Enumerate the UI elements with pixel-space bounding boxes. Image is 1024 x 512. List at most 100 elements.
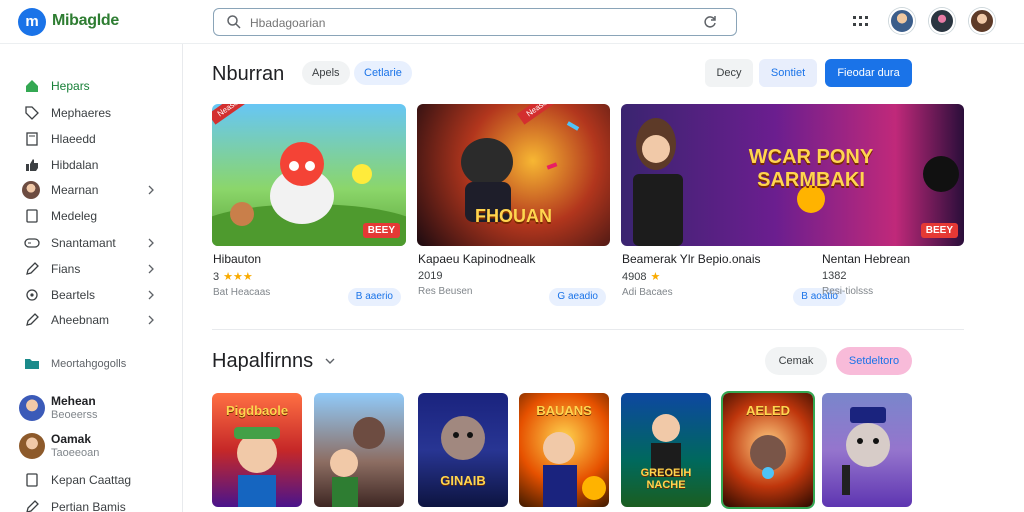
tile-info: Kapaeu Kapinodnealk 2019 Res Beusen G ae… bbox=[418, 252, 610, 306]
pink-action-button[interactable]: Setdeltoro bbox=[836, 347, 912, 375]
tag-icon bbox=[25, 106, 39, 120]
tile-year: 2019 bbox=[418, 270, 443, 282]
sort-button[interactable]: Decy bbox=[705, 59, 753, 87]
pen-icon bbox=[26, 262, 39, 275]
sidebar-item-home[interactable]: Hepars bbox=[0, 74, 183, 98]
game-tile[interactable]: Neaseat FHOUAN bbox=[417, 104, 610, 246]
tile-info: Beamerak Ylr Bepio.onais 4908 ★ Adi Bacae… bbox=[622, 252, 846, 306]
tile-year: 1382 bbox=[822, 270, 847, 282]
filter-chip[interactable]: Cetlarie bbox=[354, 61, 412, 85]
tile-title[interactable]: Nentan Hebrean bbox=[822, 252, 972, 266]
section-title[interactable]: Hapalfirnns bbox=[212, 350, 313, 373]
section-title: Nburran bbox=[212, 63, 285, 85]
tile-title[interactable]: Kapaeu Kapinodnealk bbox=[418, 252, 610, 266]
user-name: Oamak bbox=[51, 432, 92, 446]
star-rating-icon: ★★★ bbox=[223, 271, 253, 283]
pen-icon bbox=[26, 313, 39, 326]
sidebar-item-label: Mearnan bbox=[51, 183, 99, 197]
sidebar-item-label: Hepars bbox=[51, 79, 90, 93]
top-bar: m Mibaglde bbox=[0, 0, 1024, 44]
main-content: Nburran Apels Cetlarie Decy Sontiet Fieo… bbox=[184, 44, 1024, 512]
search-bar[interactable] bbox=[213, 8, 737, 36]
filter-button[interactable]: Sontiet bbox=[759, 59, 817, 87]
sidebar-item[interactable]: Mearnan bbox=[0, 178, 183, 202]
home-icon bbox=[26, 80, 38, 92]
game-title-art: FHOUAN bbox=[475, 206, 552, 226]
tile-title[interactable]: Beamerak Ylr Bepio.onais bbox=[622, 252, 814, 266]
game-card[interactable] bbox=[314, 393, 404, 507]
sidebar: Hepars Mephaeres Hlaeedd Hibdalan Mearna… bbox=[0, 44, 183, 512]
avatar[interactable] bbox=[889, 8, 915, 34]
primary-action-button[interactable]: Fieodar dura bbox=[825, 59, 912, 87]
sidebar-item-label: Beartels bbox=[51, 288, 96, 302]
sidebar-item[interactable]: Snantamant bbox=[0, 231, 183, 255]
tile-subtitle: Adi Bacaes bbox=[622, 287, 673, 298]
search-input[interactable] bbox=[250, 13, 690, 33]
sidebar-item[interactable]: Hlaeedd bbox=[0, 127, 183, 151]
tile-meta: 3 ★★★ bbox=[213, 270, 405, 283]
user-subtitle: Beoeerss bbox=[51, 409, 98, 421]
tile-meta: 4908 ★ bbox=[622, 270, 814, 283]
sidebar-item[interactable]: Kepan Caattag bbox=[0, 468, 183, 492]
sidebar-item-label: Snantamant bbox=[51, 236, 116, 250]
sidebar-item[interactable]: Hibdalan bbox=[0, 153, 183, 177]
sidebar-item-label: Kepan Caattag bbox=[51, 473, 132, 487]
chevron-right-icon bbox=[148, 185, 154, 195]
apps-grid-icon[interactable] bbox=[852, 14, 870, 30]
app-logo[interactable]: m bbox=[18, 8, 46, 36]
chevron-right-icon bbox=[148, 290, 154, 300]
tile-subtitle: Resi-tiolsss bbox=[822, 286, 874, 297]
sidebar-item-label: Mephaeres bbox=[51, 106, 112, 120]
game-card[interactable]: GINAIB bbox=[418, 393, 508, 507]
tile-rating: 3 bbox=[213, 271, 220, 283]
tile-badge[interactable]: B aaerio bbox=[347, 288, 401, 306]
user-subtitle: Taoeeoan bbox=[51, 447, 100, 459]
sidebar-user[interactable]: Oamak Taoeeoan bbox=[0, 431, 183, 463]
sidebar-item-label: Aheebnam bbox=[51, 313, 110, 327]
avatar[interactable] bbox=[929, 8, 955, 34]
card-title-art: GINAIB bbox=[440, 473, 486, 488]
secondary-button[interactable]: Cemak bbox=[765, 347, 827, 375]
game-art bbox=[441, 416, 485, 460]
avatar[interactable] bbox=[969, 8, 995, 34]
section-divider bbox=[212, 329, 964, 330]
sidebar-item-label: Medeleg bbox=[51, 209, 98, 223]
folder-icon bbox=[25, 359, 39, 369]
sidebar-item-label: Fians bbox=[51, 262, 81, 276]
book-icon bbox=[26, 132, 38, 146]
filter-chip[interactable]: Apels bbox=[302, 61, 350, 85]
tile-rating: 4908 bbox=[622, 271, 647, 283]
game-tile[interactable]: Neaseat BEEY bbox=[212, 104, 406, 246]
game-tile[interactable]: WCAR PONY SARMBAKI BEEY bbox=[621, 104, 964, 246]
user-name: Mehean bbox=[51, 394, 96, 408]
tile-info: Hibauton 3 ★★★ Bat Heacaas B aaerio bbox=[213, 252, 405, 306]
game-card[interactable]: BAUANS bbox=[519, 393, 609, 507]
sidebar-item[interactable]: Medeleg bbox=[0, 204, 183, 228]
app-brand-name[interactable]: Mibaglde bbox=[52, 12, 119, 30]
tile-meta: 2019 bbox=[418, 270, 610, 282]
tile-meta: 1382 bbox=[822, 270, 972, 282]
sidebar-item[interactable]: Mephaeres bbox=[0, 101, 183, 125]
chevron-right-icon bbox=[148, 315, 154, 325]
chevron-down-icon[interactable] bbox=[324, 354, 336, 368]
game-art bbox=[330, 417, 385, 507]
sidebar-item[interactable]: Beartels bbox=[0, 283, 183, 307]
doc-icon bbox=[26, 209, 38, 223]
game-card-selected[interactable]: AELED bbox=[723, 393, 813, 507]
sidebar-item[interactable]: Fians bbox=[0, 257, 183, 281]
game-card[interactable]: Pigdbaole bbox=[212, 393, 302, 507]
chevron-right-icon bbox=[148, 264, 154, 274]
game-card[interactable] bbox=[822, 393, 912, 507]
card-title-art: BAUANS bbox=[536, 403, 592, 418]
tile-badge[interactable]: G aeadio bbox=[549, 288, 606, 306]
pen-icon bbox=[26, 500, 39, 512]
sidebar-item-label: Pertian Bamis bbox=[51, 500, 126, 512]
tile-title[interactable]: Hibauton bbox=[213, 252, 405, 266]
sidebar-item[interactable]: Pertian Bamis bbox=[0, 495, 183, 512]
sidebar-item[interactable]: Aheebnam bbox=[0, 308, 183, 332]
section-label: Meortahgogolls bbox=[51, 358, 127, 370]
refresh-icon[interactable] bbox=[702, 14, 718, 30]
game-card[interactable]: GREOEIH NACHE bbox=[621, 393, 711, 507]
sidebar-user[interactable]: Mehean Beoeerss bbox=[0, 393, 183, 425]
doc-icon bbox=[26, 473, 38, 487]
